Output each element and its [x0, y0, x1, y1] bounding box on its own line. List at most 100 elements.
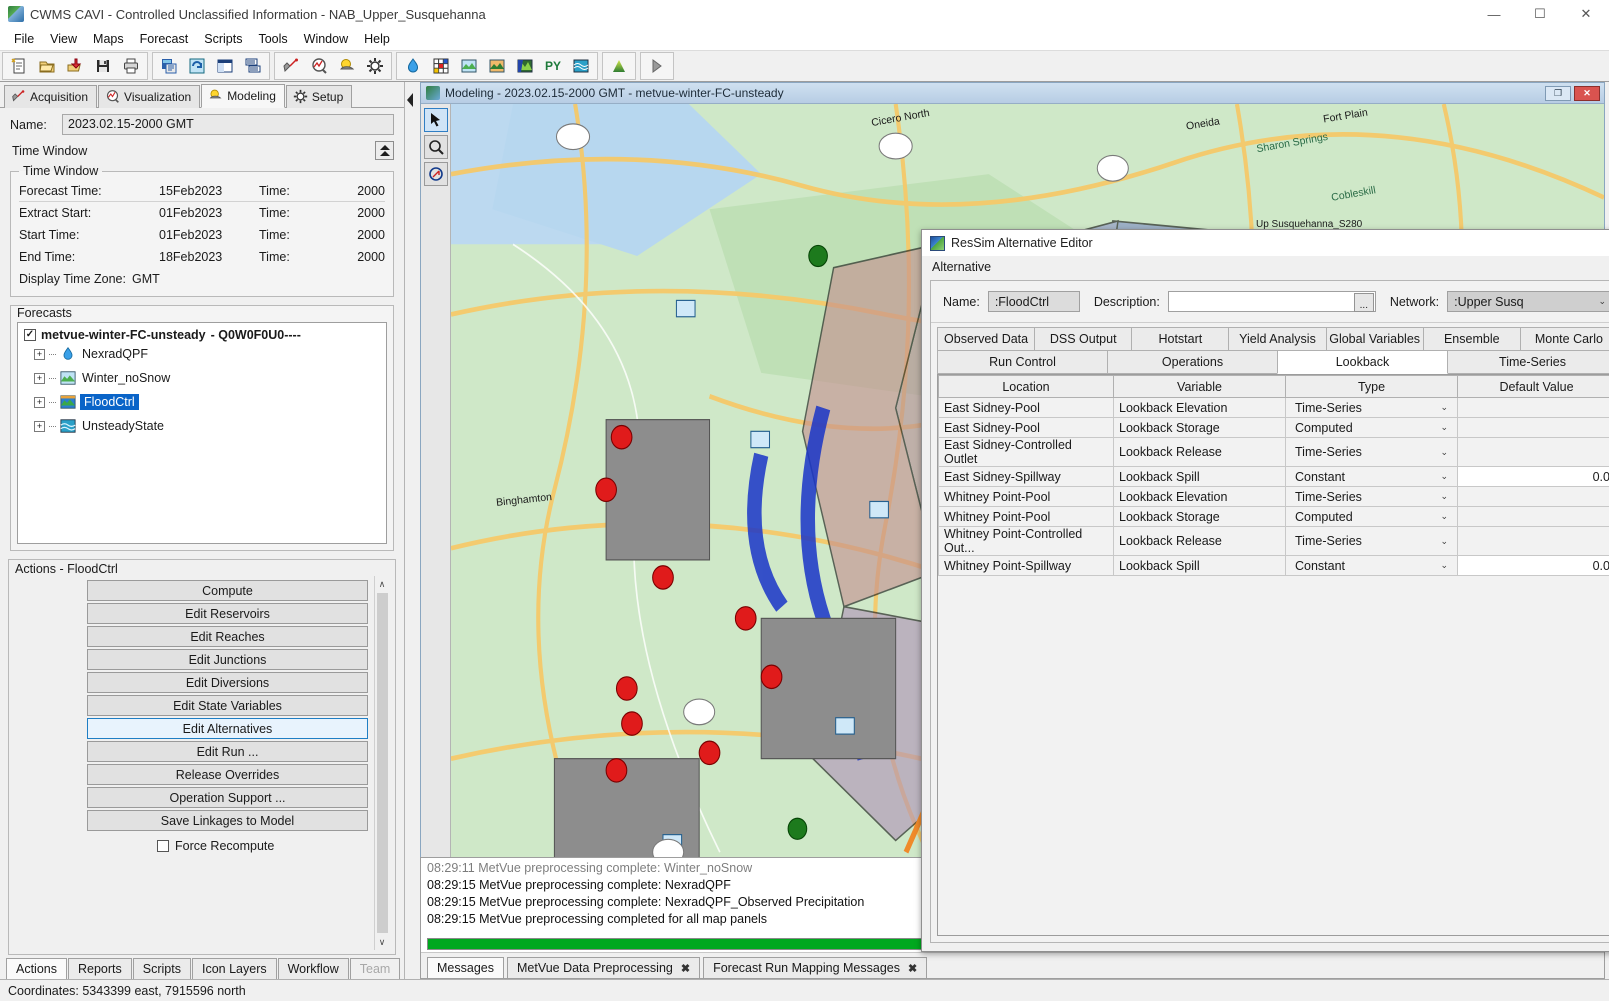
terrain-icon[interactable]: [511, 53, 539, 79]
close-icon[interactable]: ✖: [681, 962, 690, 975]
tree-item-nexradqpf[interactable]: + NexradQPF: [34, 342, 380, 366]
zoom-tool[interactable]: [423, 135, 448, 159]
unsteady-icon[interactable]: [567, 53, 595, 79]
menu-maps[interactable]: Maps: [85, 30, 132, 48]
table-row[interactable]: East Sidney-Pool Lookback Elevation Time…: [938, 397, 1609, 418]
edit-run-button[interactable]: Edit Run ...: [87, 741, 368, 762]
col-header-location[interactable]: Location: [938, 375, 1114, 398]
tab-modeling[interactable]: Modeling: [201, 84, 285, 108]
green-chart-icon[interactable]: [605, 53, 633, 79]
expander-icon-2[interactable]: +: [34, 396, 45, 408]
python-icon[interactable]: PY: [539, 53, 567, 79]
collapse-time-window-button[interactable]: [375, 141, 394, 160]
tab-workflow[interactable]: Workflow: [277, 958, 349, 979]
cell-type[interactable]: Time-Series ⌄: [1285, 437, 1458, 467]
edit-state-variables-button[interactable]: Edit State Variables: [87, 695, 368, 716]
tab-monte-carlo[interactable]: Monte Carlo: [1519, 327, 1609, 351]
table-row[interactable]: East Sidney-Pool Lookback Storage Comput…: [938, 417, 1609, 438]
cell-type[interactable]: Constant ⌄: [1285, 466, 1458, 487]
import-icon[interactable]: [61, 53, 89, 79]
copy-layers-icon[interactable]: [239, 53, 267, 79]
tab-reports[interactable]: Reports: [68, 958, 132, 979]
table-row[interactable]: Whitney Point-Pool Lookback Storage Comp…: [938, 506, 1609, 527]
tab-lookback[interactable]: Lookback: [1277, 351, 1448, 374]
col-header-type[interactable]: Type: [1285, 375, 1458, 398]
visualization-icon[interactable]: [305, 53, 333, 79]
close-icon-2[interactable]: ✖: [908, 962, 917, 975]
cell-type[interactable]: Constant ⌄: [1285, 555, 1458, 576]
tree-root[interactable]: ✓ metvue-winter-FC-unsteady - Q0W0F0U0--…: [24, 328, 380, 342]
tab-observed-data[interactable]: Observed Data: [937, 327, 1036, 351]
maximize-button[interactable]: ☐: [1517, 0, 1563, 28]
col-header-default-value[interactable]: Default Value: [1457, 375, 1609, 398]
tab-visualization[interactable]: Visualization: [98, 85, 201, 108]
table-row[interactable]: East Sidney-Spillway Lookback Spill Cons…: [938, 466, 1609, 487]
pan-tool[interactable]: [423, 162, 448, 186]
save-icon[interactable]: [89, 53, 117, 79]
tab-run-control[interactable]: Run Control: [937, 351, 1108, 374]
tab-forecast-run-mapping-messages[interactable]: Forecast Run Mapping Messages ✖: [703, 957, 928, 978]
scroll-down-icon[interactable]: ∨: [374, 934, 390, 950]
menu-tools[interactable]: Tools: [250, 30, 295, 48]
split-view-icon[interactable]: [211, 53, 239, 79]
tab-acquisition[interactable]: Acquisition: [4, 85, 98, 108]
modeling-restore-button[interactable]: ❐: [1545, 85, 1571, 101]
table-row[interactable]: Whitney Point-Spillway Lookback Spill Co…: [938, 555, 1609, 576]
tree-item-unsteadystate[interactable]: + UnsteadyState: [34, 414, 380, 438]
table-row[interactable]: Whitney Point-Pool Lookback Elevation Ti…: [938, 486, 1609, 507]
force-recompute-checkbox[interactable]: [157, 840, 169, 852]
tab-icon-layers[interactable]: Icon Layers: [191, 958, 277, 979]
scrollbar-thumb[interactable]: [376, 593, 388, 933]
cell-type[interactable]: Computed ⌄: [1285, 417, 1458, 438]
menu-window[interactable]: Window: [296, 30, 356, 48]
dialog-close-button[interactable]: ✕: [1596, 230, 1609, 256]
cell-type[interactable]: Time-Series ⌄: [1285, 397, 1458, 418]
table-row[interactable]: East Sidney-Controlled Outlet Lookback R…: [938, 437, 1609, 467]
menu-help[interactable]: Help: [356, 30, 398, 48]
open-folder-icon[interactable]: [33, 53, 61, 79]
tree-item-winter-nosnow[interactable]: + Winter_noSnow: [34, 366, 380, 390]
new-forecast-icon[interactable]: [155, 53, 183, 79]
cell-default[interactable]: 0.0: [1457, 466, 1609, 487]
alt-description-field[interactable]: ...: [1167, 291, 1376, 312]
tab-scripts[interactable]: Scripts: [132, 958, 191, 979]
tab-time-series[interactable]: Time-Series: [1447, 351, 1609, 374]
tab-hotstart[interactable]: Hotstart: [1131, 327, 1230, 351]
table-row[interactable]: Whitney Point-Controlled Out... Lookback…: [938, 526, 1609, 556]
tab-messages[interactable]: Messages: [427, 957, 504, 978]
compute-button[interactable]: Compute: [87, 580, 368, 601]
grid-table-icon[interactable]: [427, 53, 455, 79]
tree-item-floodctrl[interactable]: + FloodCtrl: [34, 390, 380, 414]
modeling-close-button[interactable]: ✕: [1574, 85, 1600, 101]
edit-junctions-button[interactable]: Edit Junctions: [87, 649, 368, 670]
setup-icon[interactable]: [361, 53, 389, 79]
save-linkages-button[interactable]: Save Linkages to Model: [87, 810, 368, 831]
forecasts-tree[interactable]: ✓ metvue-winter-FC-unsteady - Q0W0F0U0--…: [17, 322, 387, 544]
minimize-button[interactable]: —: [1471, 0, 1517, 28]
close-button[interactable]: ✕: [1563, 0, 1609, 28]
precip-icon[interactable]: [483, 53, 511, 79]
edit-reaches-button[interactable]: Edit Reaches: [87, 626, 368, 647]
lookback-table-wrapper[interactable]: Location Variable Type Default Value Eas…: [937, 374, 1609, 936]
expander-icon-1[interactable]: +: [34, 372, 45, 384]
tab-actions[interactable]: Actions: [6, 958, 67, 979]
menu-view[interactable]: View: [42, 30, 85, 48]
tab-dss-output[interactable]: DSS Output: [1034, 327, 1133, 351]
acquisition-icon[interactable]: [277, 53, 305, 79]
scroll-up-icon[interactable]: ∧: [374, 576, 390, 592]
cell-type[interactable]: Time-Series ⌄: [1285, 526, 1458, 556]
forecast-name-field[interactable]: 2023.02.15-2000 GMT: [62, 114, 394, 135]
menu-forecast[interactable]: Forecast: [132, 30, 197, 48]
operation-support-button[interactable]: Operation Support ...: [87, 787, 368, 808]
tab-global-variables[interactable]: Global Variables: [1325, 327, 1424, 351]
edit-reservoirs-button[interactable]: Edit Reservoirs: [87, 603, 368, 624]
forecast-root-checkbox[interactable]: ✓: [24, 329, 36, 341]
release-overrides-button[interactable]: Release Overrides: [87, 764, 368, 785]
menu-alternative[interactable]: Alternative: [928, 258, 995, 276]
tab-operations[interactable]: Operations: [1107, 351, 1278, 374]
tab-metvue-data-preprocessing[interactable]: MetVue Data Preprocessing ✖: [506, 957, 701, 978]
panel-splitter[interactable]: [405, 82, 415, 979]
refresh-forecast-icon[interactable]: [183, 53, 211, 79]
landscape-icon[interactable]: [455, 53, 483, 79]
col-header-variable[interactable]: Variable: [1113, 375, 1286, 398]
